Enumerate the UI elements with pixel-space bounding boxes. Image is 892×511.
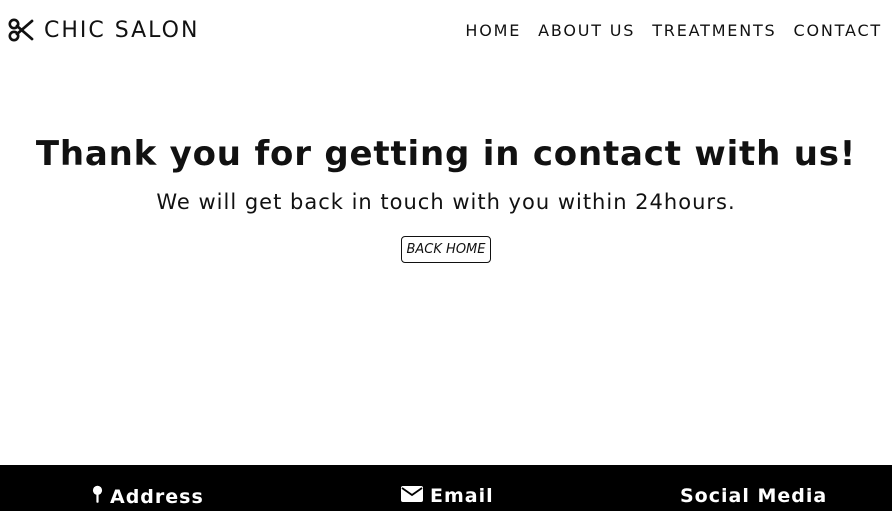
- main-nav: HOME ABOUT US TREATMENTS CONTACT: [465, 21, 882, 40]
- site-header: CHIC SALON HOME ABOUT US TREATMENTS CONT…: [0, 0, 892, 60]
- footer-email-label: Email: [430, 485, 494, 507]
- brand-name: CHIC SALON: [44, 17, 200, 43]
- footer-address-heading: Address: [92, 485, 204, 509]
- back-home-button[interactable]: BACK HOME: [400, 236, 492, 263]
- thank-you-title: Thank you for getting in contact with us…: [35, 134, 857, 174]
- scissors-icon: [8, 17, 34, 43]
- site-footer: Address Email Social Media: [0, 465, 892, 511]
- envelope-icon: [401, 485, 423, 507]
- nav-treatments[interactable]: TREATMENTS: [652, 21, 776, 40]
- nav-about-us[interactable]: ABOUT US: [538, 21, 635, 40]
- thank-you-subtitle: We will get back in touch with you withi…: [156, 190, 736, 214]
- thank-you-section: Thank you for getting in contact with us…: [0, 128, 892, 263]
- footer-social-heading: Social Media: [680, 485, 827, 507]
- nav-home[interactable]: HOME: [465, 21, 521, 40]
- map-pin-icon: [92, 485, 103, 509]
- footer-social-label: Social Media: [680, 485, 828, 507]
- footer-address-label: Address: [110, 486, 204, 508]
- nav-contact[interactable]: CONTACT: [794, 21, 882, 40]
- footer-email-heading: Email: [401, 485, 494, 507]
- brand-logo-link[interactable]: CHIC SALON: [8, 17, 199, 43]
